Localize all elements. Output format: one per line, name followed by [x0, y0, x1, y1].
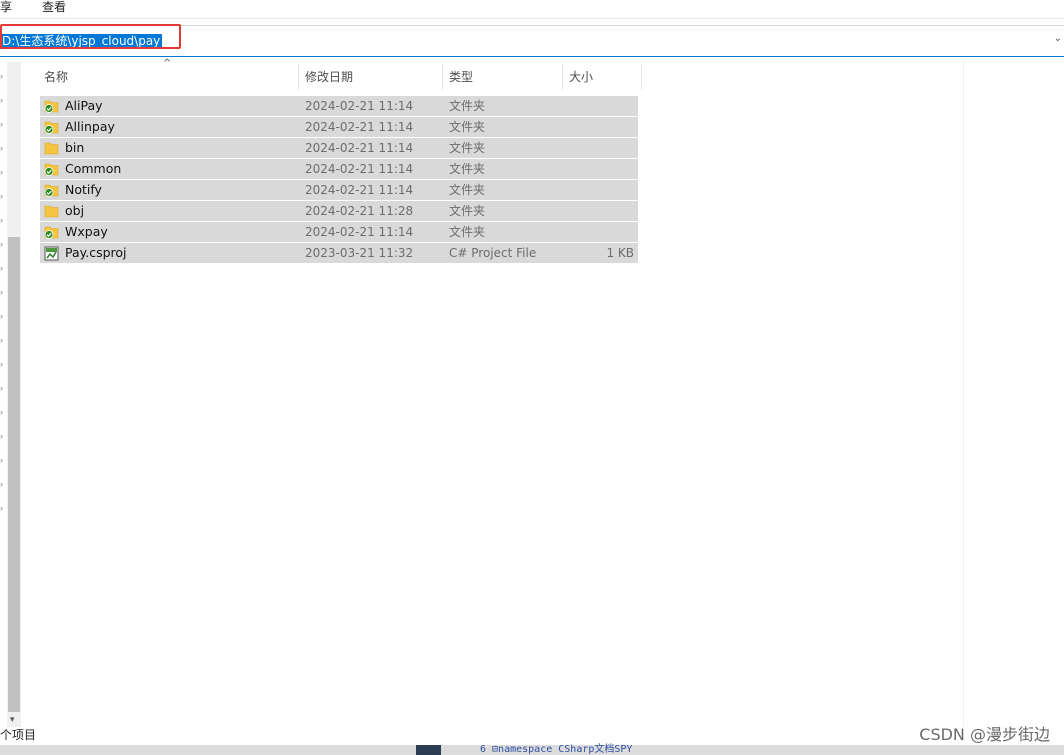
file-row[interactable]: Common 2024-02-21 11:14 文件夹 — [40, 159, 638, 179]
file-row[interactable]: bin 2024-02-21 11:14 文件夹 — [40, 138, 638, 158]
file-row[interactable]: Wxpay 2024-02-21 11:14 文件夹 — [40, 222, 638, 242]
file-name: Notify — [65, 182, 102, 197]
file-name: AliPay — [65, 98, 103, 113]
file-type: 文件夹 — [449, 162, 486, 176]
status-bar: 个项目 — [0, 727, 1064, 743]
chevron-right-icon[interactable]: › — [0, 120, 6, 130]
background-window-block — [416, 745, 441, 755]
menu-view[interactable]: 查看 — [42, 0, 66, 14]
nav-scrollbar[interactable]: ▾ — [7, 62, 21, 727]
chevron-right-icon[interactable]: › — [0, 288, 6, 298]
file-name: Pay.csproj — [65, 245, 127, 260]
file-name: Common — [65, 161, 122, 176]
folder-synced-icon — [44, 99, 59, 113]
column-header-date[interactable]: 修改日期 — [305, 62, 353, 92]
chevron-right-icon[interactable]: › — [0, 72, 6, 82]
chevron-right-icon[interactable]: › — [0, 384, 6, 394]
csproj-file-icon — [44, 246, 59, 261]
file-name: Wxpay — [65, 224, 108, 239]
column-divider[interactable] — [641, 64, 642, 90]
folder-synced-icon — [44, 183, 59, 197]
watermark: CSDN @漫步街边 — [919, 725, 1050, 744]
chevron-right-icon[interactable]: › — [0, 264, 6, 274]
chevron-right-icon[interactable]: › — [0, 456, 6, 466]
chevron-right-icon[interactable]: › — [0, 96, 6, 106]
chevron-right-icon[interactable]: › — [0, 216, 6, 226]
file-name: bin — [65, 140, 85, 155]
chevron-right-icon[interactable]: › — [0, 360, 6, 370]
column-header-type[interactable]: 类型 — [449, 62, 473, 92]
menu-divider — [0, 18, 1064, 19]
file-modified-date: 2024-02-21 11:28 — [305, 204, 414, 218]
chevron-down-icon[interactable]: ⌄ — [1054, 33, 1062, 44]
chevron-right-icon[interactable]: › — [0, 336, 6, 346]
chevron-right-icon[interactable]: › — [0, 312, 6, 322]
file-name: obj — [65, 203, 85, 218]
file-type: 文件夹 — [449, 183, 486, 197]
file-type: C# Project File — [449, 246, 537, 260]
chevron-right-icon[interactable]: › — [0, 432, 6, 442]
file-row[interactable]: Allinpay 2024-02-21 11:14 文件夹 — [40, 117, 638, 137]
folder-synced-icon — [44, 162, 59, 176]
file-name: Allinpay — [65, 119, 115, 134]
file-type: 文件夹 — [449, 225, 486, 239]
file-row[interactable]: Pay.csproj 2023-03-21 11:32 C# Project Fil… — [40, 243, 638, 263]
folder-synced-icon — [44, 225, 59, 239]
scroll-down-icon[interactable]: ▾ — [10, 715, 15, 725]
chevron-right-icon[interactable]: › — [0, 480, 6, 490]
file-type: 文件夹 — [449, 99, 486, 113]
chevron-right-icon[interactable]: › — [0, 168, 6, 178]
file-modified-date: 2024-02-21 11:14 — [305, 183, 414, 197]
file-type: 文件夹 — [449, 204, 486, 218]
folder-icon — [44, 141, 59, 155]
chevron-right-icon[interactable]: › — [0, 408, 6, 418]
file-row[interactable]: obj 2024-02-21 11:28 文件夹 — [40, 201, 638, 221]
background-code-line: 6 ⊟namespace CSharp文档SPY — [480, 744, 633, 755]
folder-synced-icon — [44, 120, 59, 134]
chevron-right-icon[interactable]: › — [0, 192, 6, 202]
file-modified-date: 2024-02-21 11:14 — [305, 162, 414, 176]
file-modified-date: 2024-02-21 11:14 — [305, 99, 414, 113]
column-divider[interactable] — [298, 64, 299, 90]
file-row[interactable]: AliPay 2024-02-21 11:14 文件夹 — [40, 96, 638, 116]
annotation-highlight-box — [0, 24, 181, 49]
file-modified-date: 2024-02-21 11:14 — [305, 225, 414, 239]
file-row[interactable]: Notify 2024-02-21 11:14 文件夹 — [40, 180, 638, 200]
column-divider[interactable] — [442, 64, 443, 90]
file-type: 文件夹 — [449, 141, 486, 155]
menu-share[interactable]: 享 — [0, 0, 12, 14]
file-size: 1 KB — [606, 246, 634, 260]
nav-scrollbar-thumb[interactable] — [8, 237, 20, 712]
column-divider[interactable] — [562, 64, 563, 90]
file-modified-date: 2023-03-21 11:32 — [305, 246, 414, 260]
chevron-right-icon[interactable]: › — [0, 240, 6, 250]
sort-ascending-icon: ^ — [163, 58, 172, 69]
file-modified-date: 2024-02-21 11:14 — [305, 120, 414, 134]
file-type: 文件夹 — [449, 120, 486, 134]
column-header-name[interactable]: 名称 — [44, 62, 68, 92]
column-header-size[interactable]: 大小 — [569, 62, 593, 92]
file-modified-date: 2024-02-21 11:14 — [305, 141, 414, 155]
status-item-count: 个项目 — [0, 728, 37, 742]
chevron-right-icon[interactable]: › — [0, 144, 6, 154]
folder-icon — [44, 204, 59, 218]
chevron-right-icon[interactable]: › — [0, 504, 6, 514]
pane-divider — [963, 62, 964, 727]
menu-strip: 享 查看 — [0, 0, 1064, 18]
